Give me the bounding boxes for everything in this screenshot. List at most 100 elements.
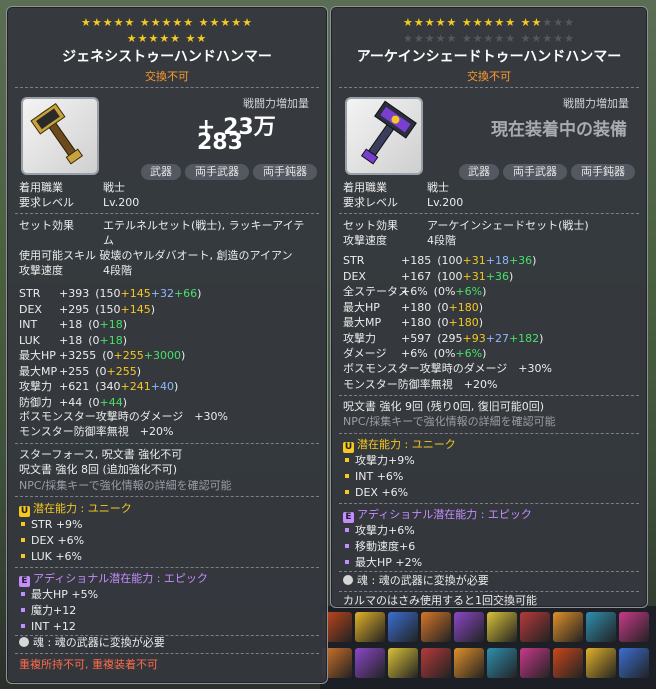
divider	[15, 213, 319, 214]
skill-slot-icon[interactable]	[520, 648, 550, 678]
divider	[339, 433, 639, 434]
divider	[15, 496, 319, 497]
divider	[15, 87, 319, 88]
bullet-icon	[21, 592, 25, 596]
potential-line: INT +12	[19, 619, 76, 634]
ignore-defense-row: モンスター防御率無視 +20%	[343, 378, 498, 391]
soul-row: 魂 : 魂の武器に変換が必要	[19, 635, 165, 650]
skill-slot-icon[interactable]	[421, 612, 451, 642]
currently-equipped-label: 現在装着中の装備	[491, 120, 627, 140]
unique-icon: U	[19, 506, 30, 517]
potential-line: INT +6%	[343, 469, 403, 484]
tag-blunt: 両手鈍器	[571, 164, 635, 180]
bullet-icon	[345, 544, 349, 548]
soul-row: 魂 : 魂の武器に変換が必要	[343, 573, 489, 588]
weapon-icon	[21, 97, 99, 175]
set-effect-row: セット効果 エテルネルセット(戦士), ラッキーアイテ	[19, 219, 305, 232]
skill-slot-icon[interactable]	[487, 648, 517, 678]
bullet-icon	[21, 608, 25, 612]
tag-blunt: 両手鈍器	[253, 164, 317, 180]
potential-line: 攻撃力+9%	[343, 453, 415, 468]
stat-row: 最大HP +3255 (0+255+3000)	[19, 349, 186, 362]
skill-slot-icon[interactable]	[487, 612, 517, 642]
bullet-icon	[21, 554, 25, 558]
skill-row: 使用可能スキル 破壊のヤルダバオート, 創造のアイアン	[19, 249, 293, 262]
boss-damage-row: ボスモンスター攻撃時のダメージ +30%	[19, 410, 228, 423]
stat-row: 攻撃力 +597 (295+93+27+182)	[343, 331, 544, 345]
attack-speed-row: 攻撃速度 4段階	[19, 264, 132, 277]
potential-line: 攻撃力+6%	[343, 523, 415, 538]
level-row: 要求レベル Lv.200	[343, 196, 464, 209]
add-potential-title: E アディショナル潜在能力 : エピック	[343, 507, 532, 523]
scroll-row: 呪文書 強化 8回 (追加強化不可)	[19, 463, 178, 476]
attack-increase-label: 戦闘力増加量	[563, 97, 629, 110]
attack-increase-value: + 23万 283	[197, 115, 276, 155]
skill-slot-icon[interactable]	[355, 612, 385, 642]
add-potential-title: E アディショナル潜在能力 : エピック	[19, 571, 208, 587]
skill-slot-icon[interactable]	[619, 648, 649, 678]
skill-slot-icon[interactable]	[586, 648, 616, 678]
potential-line: 移動速度+6	[343, 539, 415, 554]
tag-two-handed: 両手武器	[185, 164, 249, 180]
stat-row: STR +393 (150+145+32+66)	[19, 287, 202, 300]
skill-slot-icon[interactable]	[388, 612, 418, 642]
skill-slot-icon[interactable]	[586, 612, 616, 642]
potential-title: U 潜在能力 : ユニーク	[343, 438, 456, 453]
stat-row: 最大MP +255 (0+255)	[19, 364, 142, 378]
npc-hint: NPC/採集キーで強化情報の詳細を確認可能	[343, 415, 556, 428]
starforce-stars-row2: ★★★★★ ★★★★★ ★★★★★	[403, 32, 575, 45]
divider	[15, 567, 319, 568]
soul-icon	[19, 637, 29, 647]
bullet-icon	[345, 490, 349, 494]
skill-slot-icon[interactable]	[553, 648, 583, 678]
tag-weapon: 武器	[141, 164, 181, 180]
set-effect-row: セット効果 アーケインシェードセット(戦士)	[343, 219, 589, 232]
potential-line: 最大HP +5%	[19, 587, 98, 602]
epic-icon: E	[19, 576, 30, 587]
ignore-defense-row: モンスター防御率無視 +20%	[19, 425, 174, 438]
npc-hint: NPC/採集キーで強化情報の詳細を確認可能	[19, 479, 232, 492]
stat-row: 全ステータス+6% (0%+6%)	[343, 285, 487, 298]
level-row: 要求レベル Lv.200	[19, 196, 140, 209]
divider	[339, 591, 639, 592]
stat-row: INT +18 (0+18)	[19, 318, 128, 331]
divider	[339, 395, 639, 396]
weapon-icon	[345, 97, 423, 175]
item-tooltip-equipped: ★★★★★ ★★★★★ ★★★★★ ★★★★★ ★★★★★ ★★★★★ アーケイ…	[330, 6, 648, 608]
starforce-row: スターフォース, 呪文書 強化不可	[19, 448, 183, 461]
stat-row: ダメージ +6% (0%+6%)	[343, 347, 487, 360]
skill-slot-icon[interactable]	[388, 648, 418, 678]
skill-slot-icon[interactable]	[454, 612, 484, 642]
potential-line: 最大HP +2%	[343, 555, 422, 570]
item-name: アーケインシェードトゥーハンドハンマー	[356, 49, 622, 65]
attack-speed-row: 攻撃速度 4段階	[343, 234, 456, 247]
bullet-icon	[21, 624, 25, 628]
soul-icon	[343, 575, 353, 585]
divider	[15, 653, 319, 654]
stat-row: 最大HP +180 (0+180)	[343, 300, 484, 314]
tag-two-handed: 両手武器	[503, 164, 567, 180]
stat-row: DEX +167 (100+31+36)	[343, 269, 514, 283]
trade-status: 交換不可	[467, 70, 511, 83]
divider	[339, 87, 639, 88]
stat-row: 攻撃力 +621 (340+241+40)	[19, 380, 179, 393]
tag-weapon: 武器	[459, 164, 499, 180]
starforce-stars-row2: ★★★★★ ★★	[126, 32, 208, 45]
attack-increase-label: 戦闘力増加量	[243, 97, 309, 110]
potential-line: DEX +6%	[19, 533, 84, 548]
trade-status: 交換不可	[145, 70, 189, 83]
skill-slot-icon[interactable]	[619, 612, 649, 642]
skill-slot-icon[interactable]	[355, 648, 385, 678]
stat-row: 最大MP +180 (0+180)	[343, 316, 484, 329]
skill-slot-icon[interactable]	[553, 612, 583, 642]
skill-slot-icon[interactable]	[421, 648, 451, 678]
skill-slot-icon[interactable]	[520, 612, 550, 642]
skill-slot-icon[interactable]	[454, 648, 484, 678]
item-tooltip-compare: ★★★★★ ★★★★★ ★★★★★ ★★★★★ ★★ ジェネシストゥーハンドハン…	[6, 6, 328, 684]
starforce-stars-row1: ★★★★★ ★★★★★ ★★★★★	[403, 16, 575, 29]
bullet-icon	[21, 538, 25, 542]
scroll-row: 呪文書 強化 9回 (残り0回, 復旧可能0回)	[343, 400, 545, 413]
job-row: 着用職業 戦士	[343, 181, 449, 194]
bullet-icon	[345, 528, 349, 532]
stat-row: LUK +18 (0+18)	[19, 333, 128, 347]
